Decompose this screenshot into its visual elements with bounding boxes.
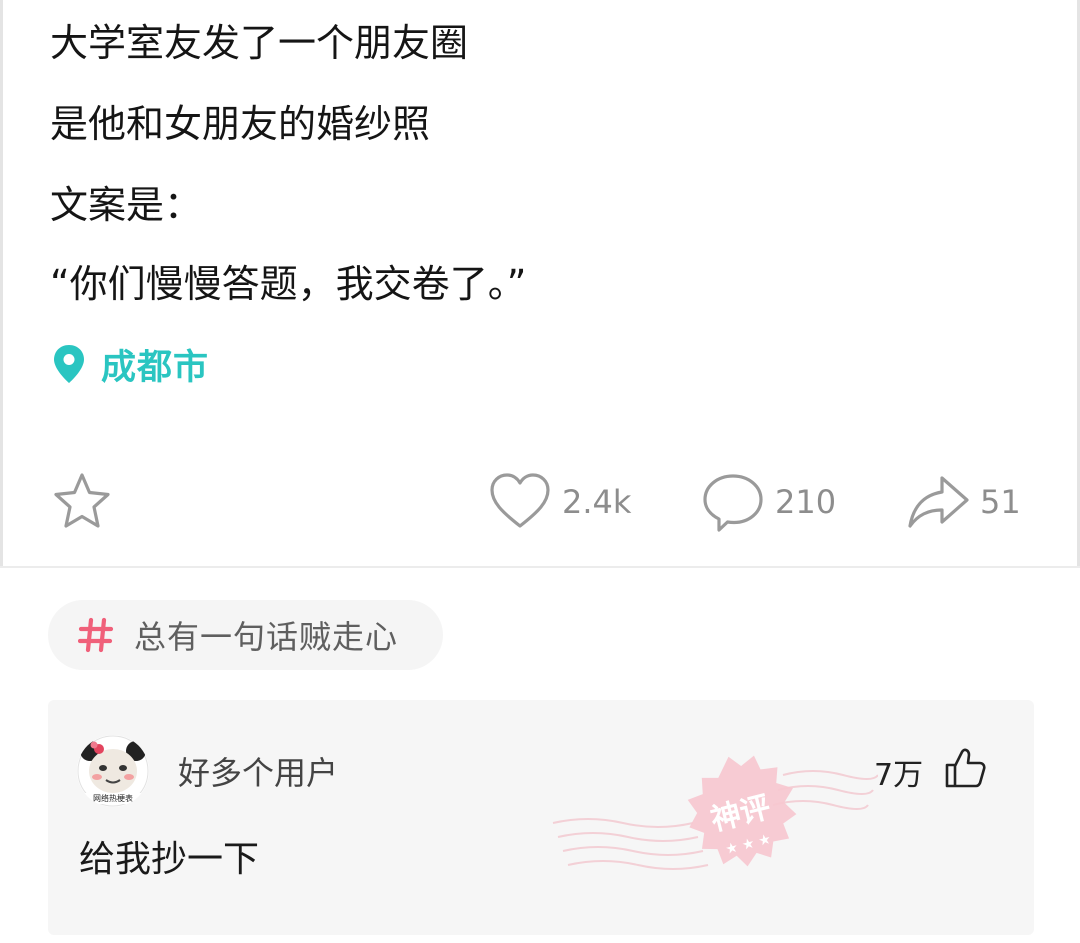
like-button[interactable]: 2.4k [488,470,631,534]
comment-text: 给我抄一下 [79,839,260,880]
avatar[interactable]: 网络热梗表 [77,735,149,807]
favorite-button[interactable] [50,470,114,534]
heart-icon [490,473,550,528]
divider [0,566,1080,568]
location-tag[interactable]: 成都市 [51,338,209,390]
share-count: 51 [980,483,1021,521]
post-text-line-1: 大学室友发了一个朋友圈 [50,21,469,65]
post-text-line-4: “你们慢慢答题，我交卷了。” [50,262,527,306]
comment-button[interactable]: 210 [701,470,836,534]
like-count: 2.4k [562,483,632,521]
hash-icon [78,617,114,653]
post-text-line-2: 是他和女朋友的婚纱照 [50,102,431,146]
share-button[interactable]: 51 [906,470,1021,534]
topic-tag[interactable]: 总有一句话贼走心 [48,600,443,670]
post-card: 大学室友发了一个朋友圈 是他和女朋友的婚纱照 文案是： “你们慢慢答题，我交卷了… [0,0,1080,566]
god-comment-stamp: 神评 ★ ★ ★ [552,755,878,870]
thumbs-up-icon[interactable] [943,746,987,790]
avatar-caption: 网络热梗表 [77,793,149,804]
hot-comment-card[interactable]: 神评 ★ ★ ★ 网络热梗表 好多个用户 7万 给我抄一下 [48,700,1034,935]
topic-label: 总有一句话贼走心 [134,618,399,656]
comment-bubble-icon [703,474,763,532]
star-icon [54,473,110,528]
action-bar: 2.4k 210 51 [3,470,1080,534]
post-text-line-3: 文案是： [50,183,203,227]
share-arrow-icon [908,476,969,528]
location-label: 成都市 [101,347,210,388]
comment-username[interactable]: 好多个用户 [178,748,338,794]
comment-count: 210 [775,483,837,521]
location-pin-icon [54,345,84,383]
comment-like-count: 7万 [874,758,924,793]
